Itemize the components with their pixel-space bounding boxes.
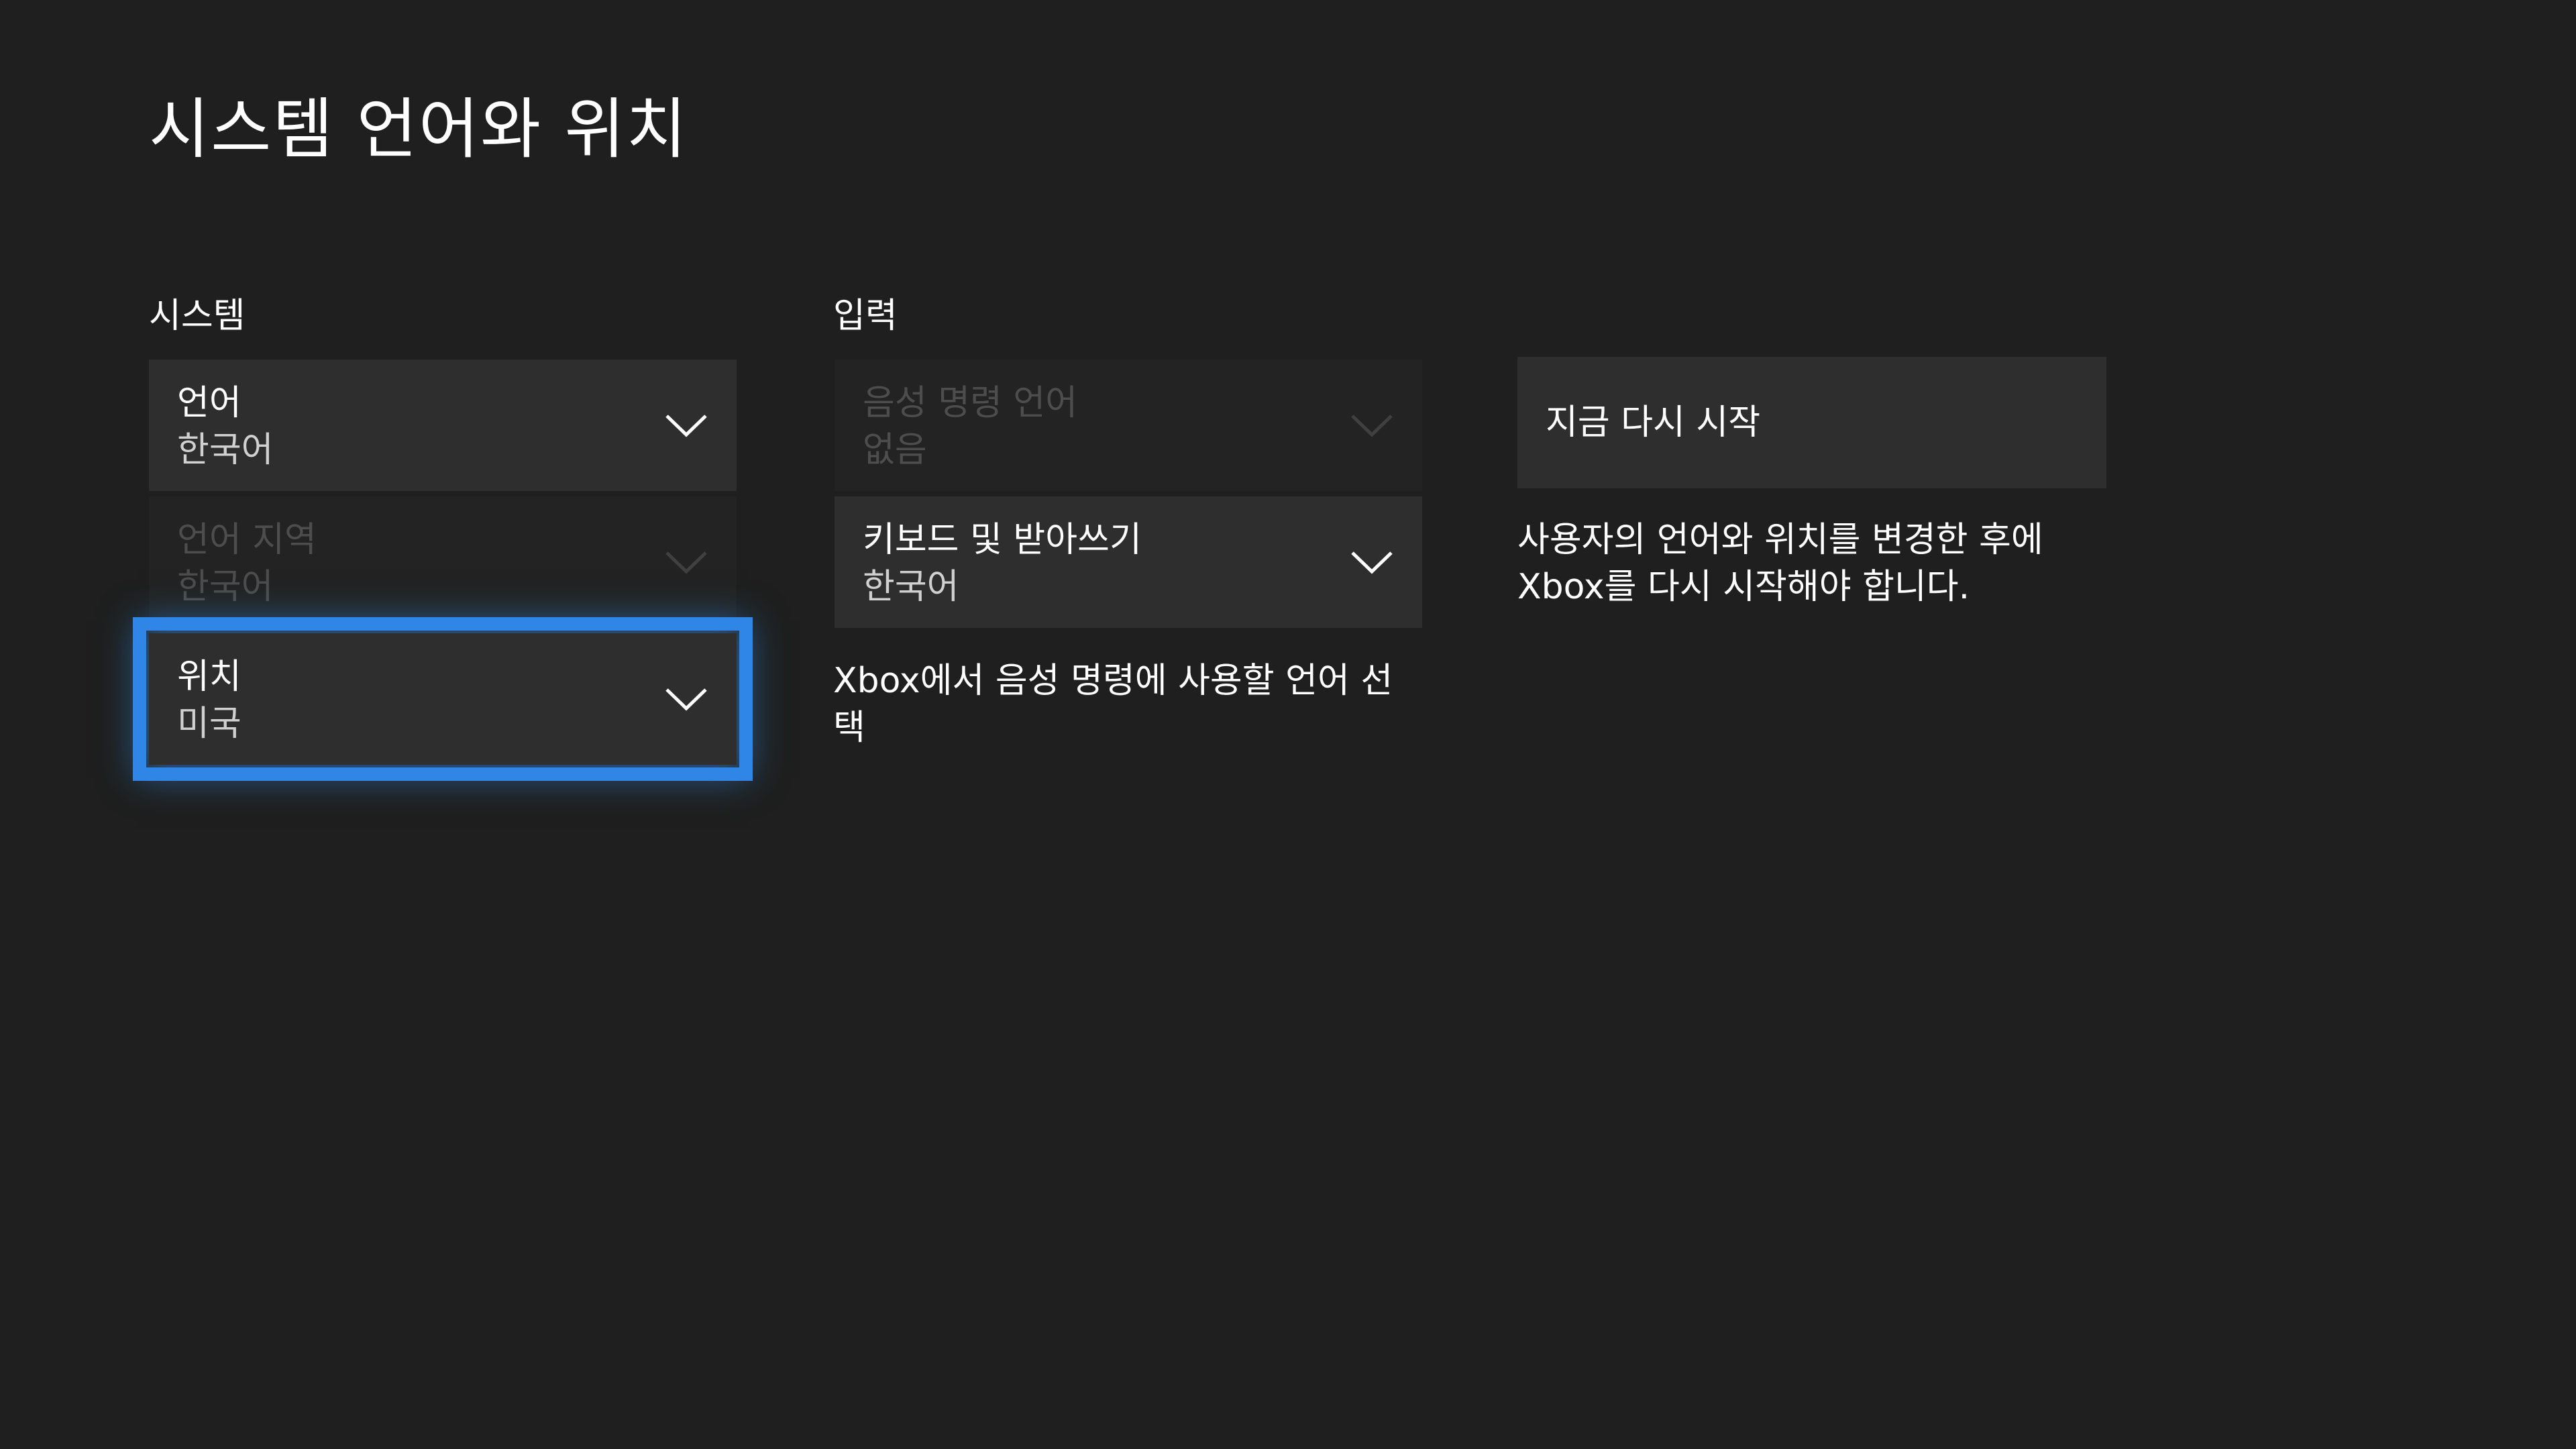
chevron-down-icon xyxy=(664,680,708,718)
chevron-down-icon xyxy=(664,407,708,444)
language-dropdown[interactable]: 언어 한국어 xyxy=(149,360,737,491)
language-region-label: 언어 지역 xyxy=(177,520,317,560)
language-region-value: 한국어 xyxy=(177,567,274,607)
location-label: 위치 xyxy=(177,657,241,697)
speech-language-dropdown: 음성 명령 언어 없음 xyxy=(835,360,1422,491)
keyboard-value: 한국어 xyxy=(863,567,959,607)
restart-now-label: 지금 다시 시작 xyxy=(1546,402,1761,443)
language-region-dropdown: 언어 지역 한국어 xyxy=(149,496,737,628)
language-value: 한국어 xyxy=(177,430,274,470)
speech-language-value: 없음 xyxy=(863,430,927,470)
input-section-heading: 입력 xyxy=(833,296,898,336)
restart-now-button[interactable]: 지금 다시 시작 xyxy=(1517,357,2106,488)
restart-note: 사용자의 언어와 위치를 변경한 후에 Xbox를 다시 시작해야 합니다. xyxy=(1517,520,2043,607)
chevron-down-icon xyxy=(1350,543,1394,581)
language-label: 언어 xyxy=(177,383,241,423)
system-section-heading: 시스템 xyxy=(149,296,246,336)
speech-description: Xbox에서 음성 명령에 사용할 언어 선택 xyxy=(833,661,1393,748)
keyboard-dropdown[interactable]: 키보드 및 받아쓰기 한국어 xyxy=(835,496,1422,628)
page-title: 시스템 언어와 위치 xyxy=(149,91,688,168)
settings-page: 시스템 언어와 위치 시스템 언어 한국어 언어 지역 한국어 위치 미국 입력… xyxy=(0,0,2576,1449)
keyboard-label: 키보드 및 받아쓰기 xyxy=(863,520,1142,560)
speech-language-label: 음성 명령 언어 xyxy=(863,383,1078,423)
location-dropdown[interactable]: 위치 미국 xyxy=(133,617,753,781)
chevron-down-icon xyxy=(1350,407,1394,444)
location-value: 미국 xyxy=(177,704,241,744)
chevron-down-icon xyxy=(664,543,708,581)
